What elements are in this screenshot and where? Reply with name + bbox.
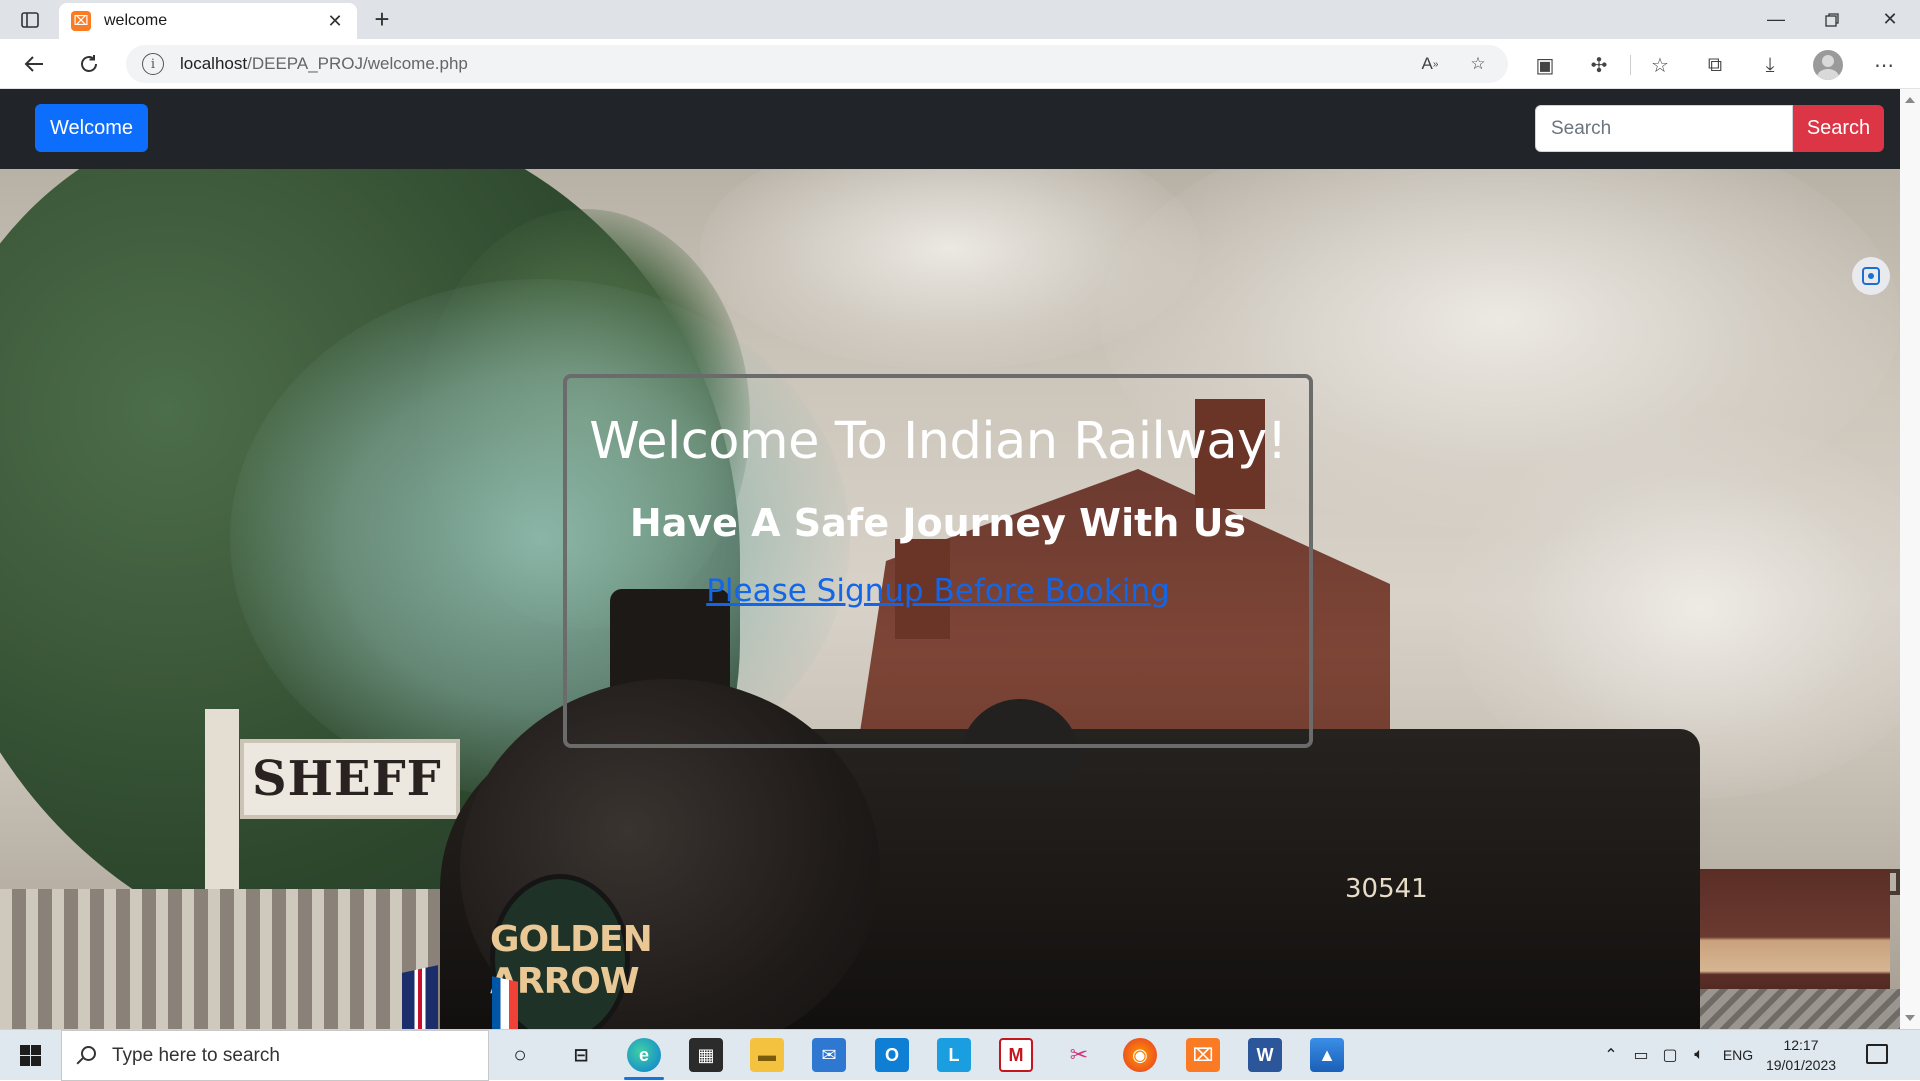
notification-center-icon[interactable] [1866,1044,1888,1064]
store-icon[interactable]: ▦ [689,1038,723,1072]
visual-search-icon[interactable] [1852,257,1890,295]
tab-close-icon[interactable]: ✕ [325,11,345,32]
close-window-icon[interactable]: ✕ [1862,0,1918,39]
clock-date: 19/01/2023 [1765,1057,1837,1073]
extensions-icon[interactable]: ✣ [1584,50,1614,80]
restore-icon[interactable] [1804,0,1860,39]
scroll-up-arrow-icon[interactable] [1905,97,1915,103]
welcome-subheading: Have A Safe Journey With Us [629,501,1247,545]
mcafee-icon[interactable]: M [999,1038,1033,1072]
edge-icon[interactable]: e [627,1038,661,1072]
file-explorer-icon[interactable]: ▬ [750,1038,784,1072]
address-bar[interactable]: i localhost/DEEPA_PROJ/welcome.php A» ☆ [126,45,1508,83]
welcome-card: Welcome To Indian Railway! Have A Safe J… [563,374,1313,748]
search-button[interactable]: Search [1793,105,1884,152]
page-scrollbar[interactable] [1900,89,1920,1029]
firefox-icon[interactable]: ◉ [1123,1038,1157,1072]
outlook-icon[interactable]: O [875,1038,909,1072]
lens-app-icon[interactable]: L [937,1038,971,1072]
cortana-icon[interactable]: ○ [503,1038,537,1072]
tray-chevron-up-icon[interactable]: ⌃ [1601,1044,1621,1066]
refresh-icon[interactable] [72,48,106,80]
downloads-icon[interactable]: ⤓ [1755,50,1785,80]
headboard-line-1: GOLDEN [490,919,653,960]
taskbar-clock[interactable]: 12:17 19/01/2023 [1756,1035,1846,1075]
more-menu-icon[interactable]: ⋯ [1869,50,1899,80]
new-tab-icon[interactable]: + [368,6,396,34]
signup-link[interactable]: Please Signup Before Booking [706,573,1170,609]
toolbar-divider [1630,55,1631,75]
station-sign: SHEFF [240,739,460,819]
add-favorite-icon[interactable]: ☆ [1464,50,1492,78]
browser-toolbar: i localhost/DEEPA_PROJ/welcome.php A» ☆ … [0,39,1920,89]
union-flag [402,965,438,1029]
welcome-heading: Welcome To Indian Railway! [589,412,1287,471]
clock-time: 12:17 [1783,1037,1819,1053]
engine-number: 30541 [1345,874,1428,904]
tab-actions-icon[interactable] [14,7,46,33]
french-flag [492,976,518,1029]
url-path: /DEEPA_PROJ/welcome.php [247,54,468,73]
search-input[interactable] [1535,105,1793,152]
read-aloud-icon[interactable]: A» [1416,50,1444,78]
windows-taskbar: Type here to search ○ ⊟ e ▦ ▬ ✉ O L M ✂ … [0,1029,1920,1081]
back-arrow-icon[interactable] [17,48,51,80]
welcome-nav-button[interactable]: Welcome [35,104,148,152]
snipping-tool-icon[interactable]: ✂ [1062,1038,1096,1072]
browser-tab[interactable]: ⌧ welcome ✕ [59,3,357,39]
mail-icon[interactable]: ✉ [812,1038,846,1072]
scroll-down-arrow-icon[interactable] [1905,1015,1915,1021]
meet-now-icon[interactable]: ▢ [1660,1044,1680,1066]
task-view-icon[interactable]: ⊟ [564,1038,598,1072]
site-info-icon[interactable]: i [142,53,164,75]
taskbar-search-box[interactable]: Type here to search [61,1030,489,1081]
windows-logo-icon [19,1045,41,1066]
station-sign-text: SHEFF [252,751,442,807]
collections-icon[interactable]: ⧉ [1700,50,1730,80]
volume-icon[interactable]: 🔈︎ [1688,1044,1710,1066]
language-indicator[interactable]: ENG [1718,1044,1758,1066]
page-viewport: Welcome Search SHEFF 30541 GOLDEN ARROW [0,89,1900,1029]
minimize-icon[interactable]: — [1748,0,1804,39]
battery-icon[interactable]: ▭ [1631,1044,1651,1066]
profile-avatar[interactable] [1813,50,1843,80]
railway-track [1700,989,1900,1029]
collections-badge-icon[interactable]: ▣ [1530,50,1560,80]
xampp-favicon-icon: ⌧ [71,11,91,31]
start-button[interactable] [0,1030,60,1081]
browser-tabstrip: ⌧ welcome ✕ + — ✕ [0,0,1920,39]
tab-title: welcome [104,12,168,29]
word-icon[interactable]: W [1248,1038,1282,1072]
taskbar-search-placeholder: Type here to search [112,1044,280,1066]
hero-background: SHEFF 30541 GOLDEN ARROW Welcome To Indi… [0,169,1900,1029]
photos-icon[interactable]: ▲ [1310,1038,1344,1072]
favorites-icon[interactable]: ☆ [1645,50,1675,80]
url-host: localhost [180,54,248,73]
xampp-icon[interactable]: ⌧ [1186,1038,1220,1072]
url-text[interactable]: localhost/DEEPA_PROJ/welcome.php [180,54,1396,74]
site-navbar: Welcome Search [0,89,1900,169]
search-icon [76,1045,96,1066]
